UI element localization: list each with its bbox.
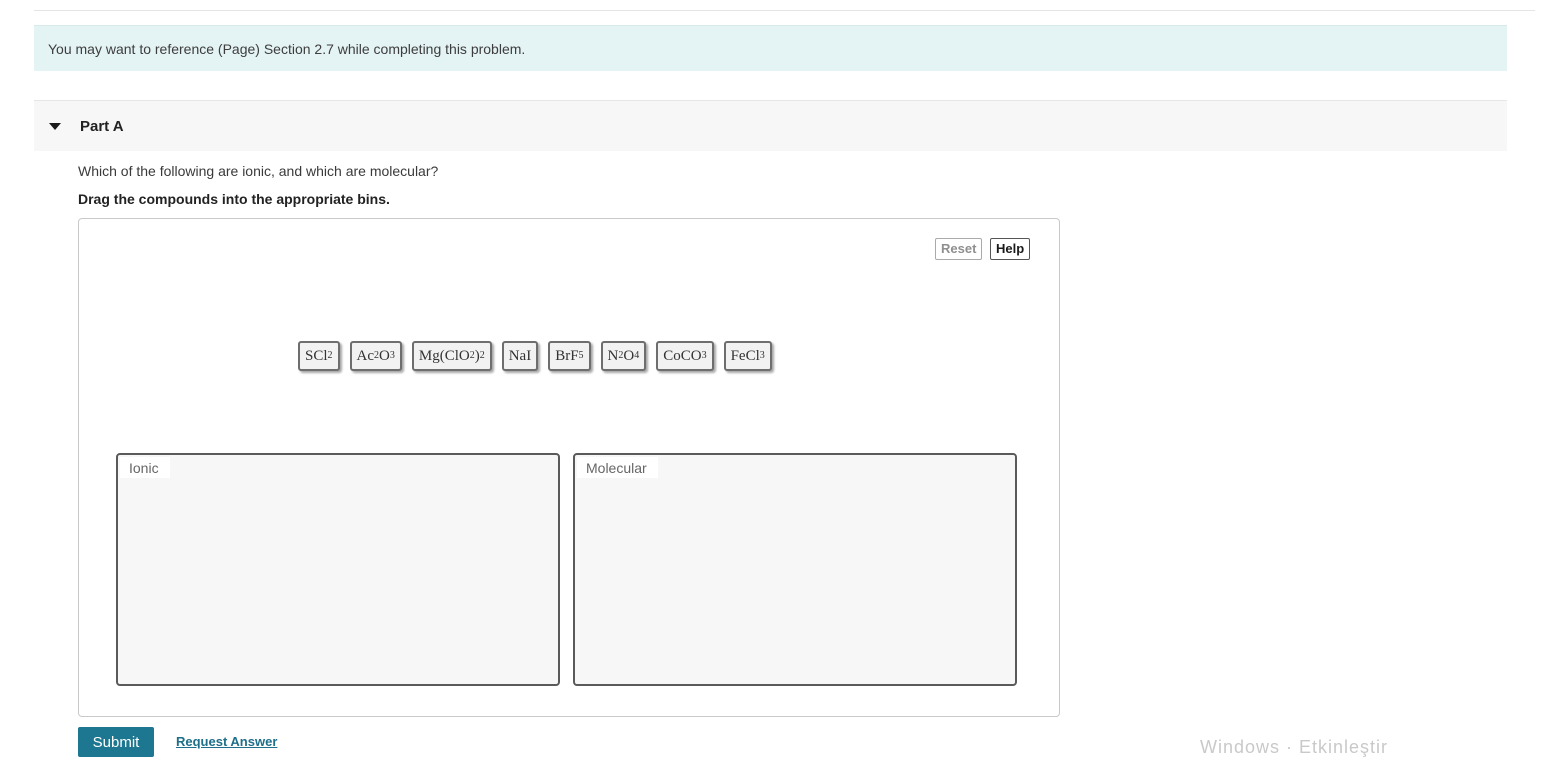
help-button[interactable]: Help <box>990 238 1031 260</box>
compound-pool: SCl 2 Ac 2 O 3 Mg(ClO 2) 2 NaI BrF 5 N 2 O 4 CoCO 3 FeCl 3 <box>298 341 782 371</box>
compound-chip-ac2o3[interactable]: Ac 2 O 3 <box>349 341 402 371</box>
compound-chip-fecl3[interactable]: FeCl 3 <box>723 341 772 371</box>
compound-chip-mgclo22[interactable]: Mg(ClO 2) 2 <box>411 341 492 371</box>
part-title: Part A <box>80 117 124 135</box>
caret-down-icon[interactable] <box>49 122 61 130</box>
molecular-bin[interactable]: Molecular <box>573 453 1017 686</box>
instruction-text: Drag the compounds into the appropriate … <box>78 191 390 207</box>
reference-banner-text: You may want to reference (Page) Section… <box>48 40 526 57</box>
part-a-header[interactable]: Part A <box>34 100 1507 151</box>
compound-chip-nai[interactable]: NaI <box>501 341 539 371</box>
drag-drop-workspace: Reset Help SCl 2 Ac 2 O 3 Mg(ClO 2) 2 NaI BrF 5 N 2 O 4… <box>78 218 1060 717</box>
ionic-bin-label: Ionic <box>120 457 170 478</box>
molecular-bin-label: Molecular <box>577 457 658 478</box>
compound-chip-coco3[interactable]: CoCO 3 <box>656 341 714 371</box>
os-watermark: Windows · Etkinleştir <box>1200 737 1389 757</box>
ionic-bin[interactable]: Ionic <box>116 453 560 686</box>
top-divider <box>34 10 1535 11</box>
question-text: Which of the following are ionic, and wh… <box>78 163 439 179</box>
reference-banner: You may want to reference (Page) Section… <box>34 25 1507 71</box>
compound-chip-n2o4[interactable]: N2O4 <box>600 341 647 371</box>
request-answer-link[interactable]: Request Answer <box>176 734 277 749</box>
reset-button[interactable]: Reset <box>935 238 983 260</box>
compound-chip-scl2[interactable]: SCl 2 <box>298 341 340 371</box>
submit-button[interactable]: Submit <box>78 727 154 757</box>
compound-chip-brf5[interactable]: BrF 5 <box>548 341 591 371</box>
